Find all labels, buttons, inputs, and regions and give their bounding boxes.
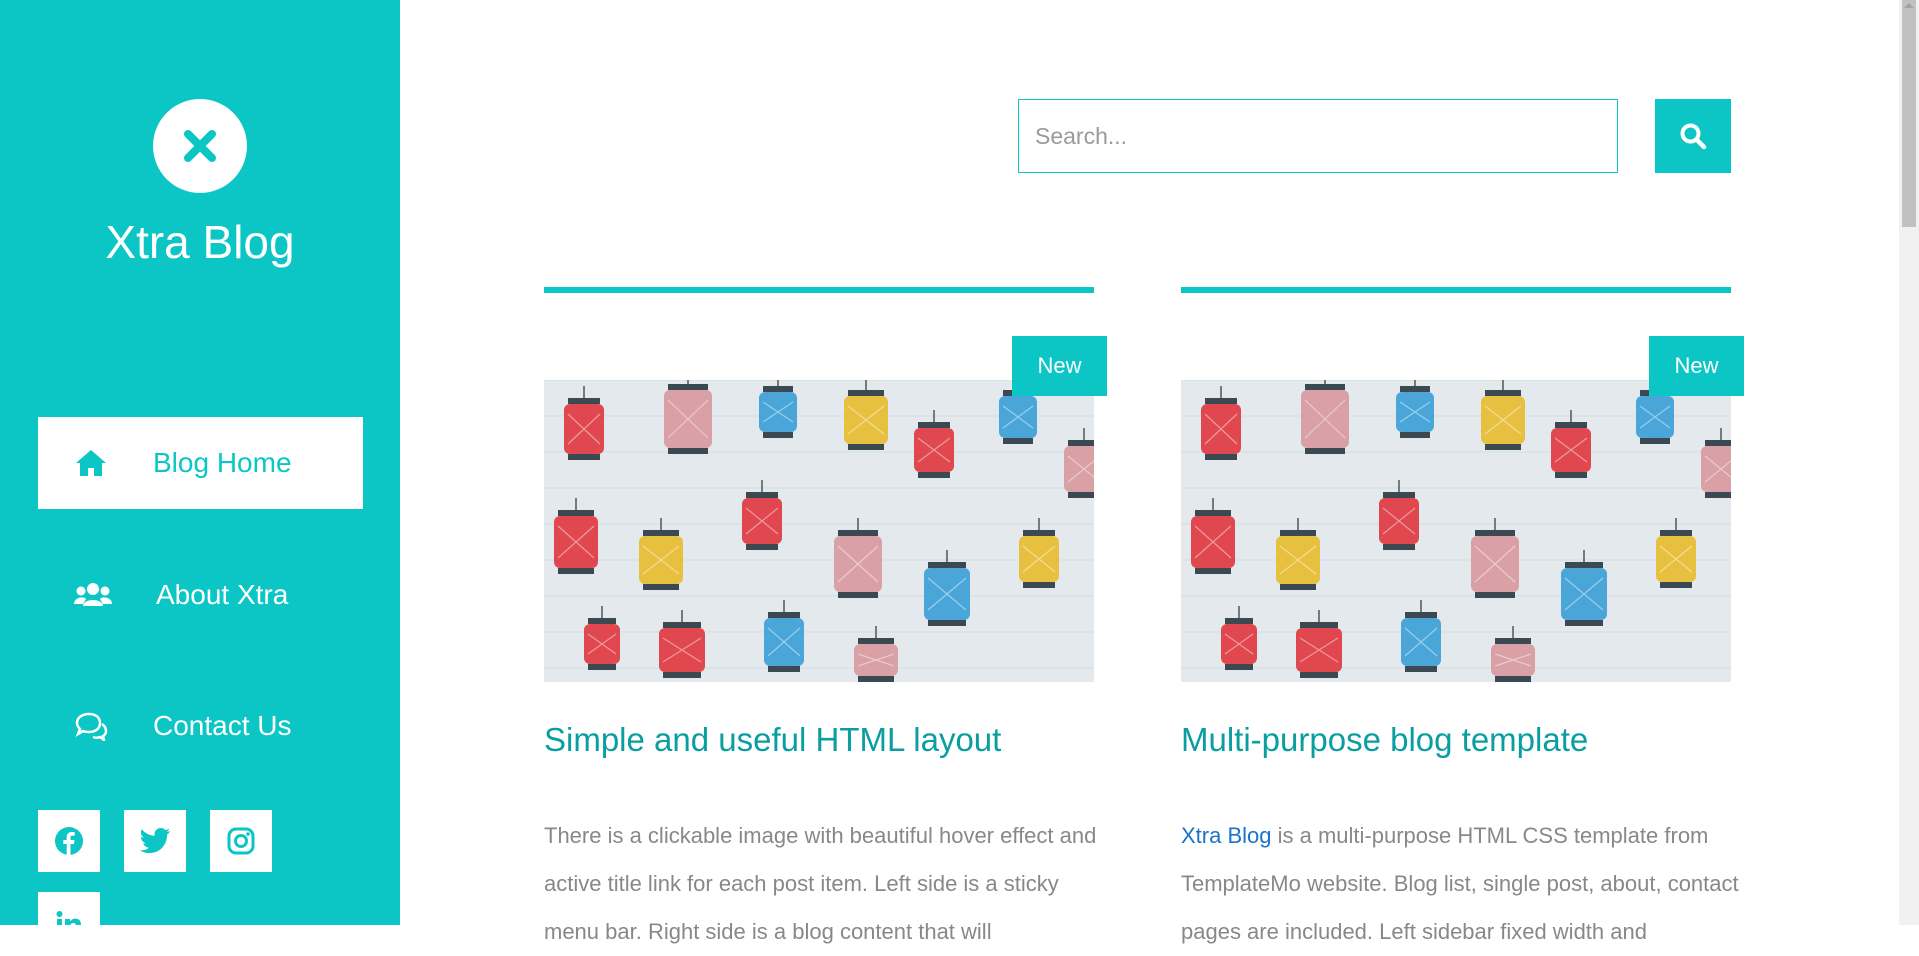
home-icon xyxy=(76,450,106,476)
post-excerpt: Xtra Blog is a multi-purpose HTML CSS te… xyxy=(1181,812,1741,956)
logo[interactable] xyxy=(153,99,247,193)
twitter-icon xyxy=(140,828,170,854)
linkedin-button[interactable] xyxy=(38,892,100,925)
nav-item-blog-home[interactable]: Blog Home xyxy=(38,417,374,520)
post-excerpt: There is a clickable image with beautifu… xyxy=(544,823,1097,944)
sidebar: Xtra Blog Blog Home About Xtra Contact U… xyxy=(0,0,400,925)
scroll-up-arrow-icon[interactable] xyxy=(1904,3,1914,8)
search-button[interactable] xyxy=(1655,99,1731,173)
new-badge: New xyxy=(1012,336,1107,396)
instagram-button[interactable] xyxy=(210,810,272,872)
nav-label: About Xtra xyxy=(156,579,289,610)
post-title[interactable]: Multi-purpose blog template xyxy=(1181,718,1741,762)
facebook-icon xyxy=(55,827,83,855)
xtra-blog-link[interactable]: Xtra Blog xyxy=(1181,823,1272,848)
linkedin-icon xyxy=(56,911,81,925)
lanterns-image xyxy=(544,380,1094,682)
nav-label: Contact Us xyxy=(153,710,292,741)
nav-item-about-xtra[interactable]: About Xtra xyxy=(38,549,363,641)
search-icon xyxy=(1680,123,1707,150)
facebook-button[interactable] xyxy=(38,810,100,872)
nav-label: Blog Home xyxy=(153,447,292,478)
users-icon xyxy=(74,583,112,606)
scrollbar-thumb[interactable] xyxy=(1902,0,1916,227)
close-icon xyxy=(184,130,216,162)
twitter-button[interactable] xyxy=(124,810,186,872)
nav-item-contact-us[interactable]: Contact Us xyxy=(38,680,363,772)
site-title[interactable]: Xtra Blog xyxy=(0,212,400,272)
post-divider xyxy=(1181,287,1731,293)
post-image[interactable] xyxy=(544,380,1094,682)
comments-icon xyxy=(75,712,108,741)
post-image[interactable] xyxy=(1181,380,1731,682)
search-input[interactable] xyxy=(1018,99,1618,173)
post-divider xyxy=(544,287,1094,293)
post-title[interactable]: Simple and useful HTML layout xyxy=(544,718,1104,762)
instagram-icon xyxy=(227,827,255,855)
lanterns-image xyxy=(1181,380,1731,682)
new-badge: New xyxy=(1649,336,1744,396)
